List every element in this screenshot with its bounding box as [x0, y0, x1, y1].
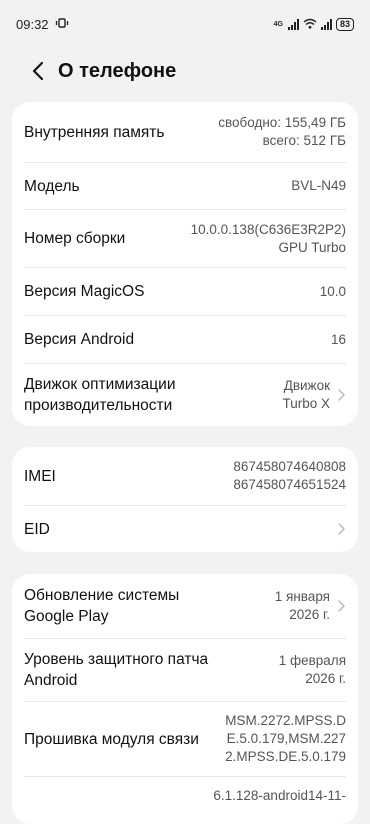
baseband-line2: E.5.0.179,MSM.227 [226, 731, 346, 746]
eid-row[interactable]: EID [12, 506, 358, 552]
storage-label: Внутренняя память [24, 123, 165, 141]
back-button[interactable] [20, 53, 56, 89]
software-card: Обновление системы Google Play 1 января … [12, 574, 358, 824]
app-header: О телефоне [0, 48, 370, 94]
google-play-update-label: Обновление системы Google Play [24, 585, 179, 627]
performance-engine-value-line1: Движок [283, 378, 330, 393]
performance-engine-value: Движок Turbo X [282, 377, 330, 413]
baseband-row: Прошивка модуля связи MSM.2272.MPSS.D E.… [12, 702, 358, 776]
google-play-update-value-line2: 2026 г. [289, 607, 330, 622]
android-version-row[interactable]: Версия Android 16 [12, 316, 358, 363]
storage-free: свободно: 155,49 ГБ [218, 115, 346, 130]
performance-engine-label-line1: Движок оптимизации [24, 376, 176, 393]
performance-engine-row[interactable]: Движок оптимизации производительности Дв… [12, 364, 358, 426]
android-version-label: Версия Android [24, 331, 135, 348]
performance-engine-value-line2: Turbo X [282, 396, 330, 411]
page-title: О телефоне [58, 59, 177, 82]
google-play-update-label-line2: Google Play [24, 608, 109, 625]
build-number-line1: 10.0.0.138(C636E3R2P2) [190, 221, 346, 237]
storage-row[interactable]: Внутренняя память свободно: 155,49 ГБ вс… [12, 102, 358, 162]
google-play-update-label-line1: Обновление системы [24, 587, 180, 604]
wifi-icon [303, 17, 317, 32]
kernel-row: 6.1.128-android14-11- [12, 777, 358, 824]
signal-icon-2 [320, 18, 332, 30]
model-value: BVL-N49 [291, 178, 346, 193]
storage-value: свободно: 155,49 ГБ всего: 512 ГБ [218, 114, 346, 150]
kernel-value: 6.1.128-android14-11- [213, 787, 346, 805]
model-row: Модель BVL-N49 [12, 163, 358, 209]
imei-label: IMEI [24, 467, 56, 485]
security-patch-label-line2: Android [24, 672, 78, 689]
build-number-line2: GPU Turbo [278, 239, 346, 255]
status-time: 09:32 [16, 16, 49, 32]
google-play-update-value: 1 января 2026 г. [275, 588, 330, 624]
kernel-line1: 6.1.128-android14-11- [213, 788, 346, 803]
chevron-right-icon [338, 389, 345, 401]
baseband-line3: 2.MPSS.DE.5.0.179 [225, 749, 346, 764]
back-arrow-icon [32, 61, 44, 81]
google-play-update-row[interactable]: Обновление системы Google Play 1 января … [12, 574, 358, 638]
baseband-label: Прошивка модуля связи [24, 730, 199, 748]
build-number-label: Номер сборки [24, 230, 126, 247]
security-patch-label-line1: Уровень защитного патча [24, 651, 209, 668]
security-patch-label: Уровень защитного патча Android [24, 649, 208, 691]
build-number-value: 10.0.0.138(C636E3R2P2) GPU Turbo [191, 221, 346, 257]
chevron-right-icon [338, 600, 345, 612]
magicos-version-label: Версия MagicOS [24, 283, 145, 300]
model-label: Модель [24, 177, 80, 195]
imei-row[interactable]: IMEI 867458074640808 867458074651524 [12, 447, 358, 505]
google-play-update-value-line1: 1 января [274, 589, 330, 604]
network-type-label: 4G [273, 20, 283, 28]
build-number-row[interactable]: Номер сборки 10.0.0.138(C636E3R2P2) GPU … [12, 210, 358, 267]
status-bar: 09:32 4G 83 [0, 0, 370, 48]
storage-total: всего: 512 ГБ [262, 133, 346, 148]
identifiers-card: IMEI 867458074640808 867458074651524 EID [12, 447, 358, 552]
imei-value: 867458074640808 867458074651524 [233, 458, 346, 494]
magicos-version-row: Версия MagicOS 10.0 [12, 268, 358, 315]
battery-icon: 83 [335, 17, 354, 31]
security-patch-value-line2: 2026 г. [305, 671, 346, 686]
imei-line2: 867458074651524 [233, 477, 346, 492]
vibrate-icon [55, 17, 69, 31]
android-version-value: 16 [330, 331, 346, 347]
chevron-right-icon [338, 523, 345, 535]
performance-engine-label-line2: производительности [24, 397, 173, 414]
performance-engine-label: Движок оптимизации производительности [24, 374, 175, 416]
eid-label: EID [24, 520, 50, 538]
security-patch-value-line1: 1 февраля [278, 653, 346, 668]
magicos-version-value: 10.0 [319, 283, 346, 299]
imei-line1: 867458074640808 [233, 459, 346, 474]
baseband-value: MSM.2272.MPSS.D E.5.0.179,MSM.227 2.MPSS… [225, 712, 346, 766]
security-patch-value: 1 февраля 2026 г. [279, 652, 346, 688]
device-info-card: Внутренняя память свободно: 155,49 ГБ вс… [12, 102, 358, 426]
security-patch-row: Уровень защитного патча Android 1 феврал… [12, 639, 358, 701]
baseband-line1: MSM.2272.MPSS.D [225, 713, 346, 728]
signal-icon [287, 18, 299, 30]
